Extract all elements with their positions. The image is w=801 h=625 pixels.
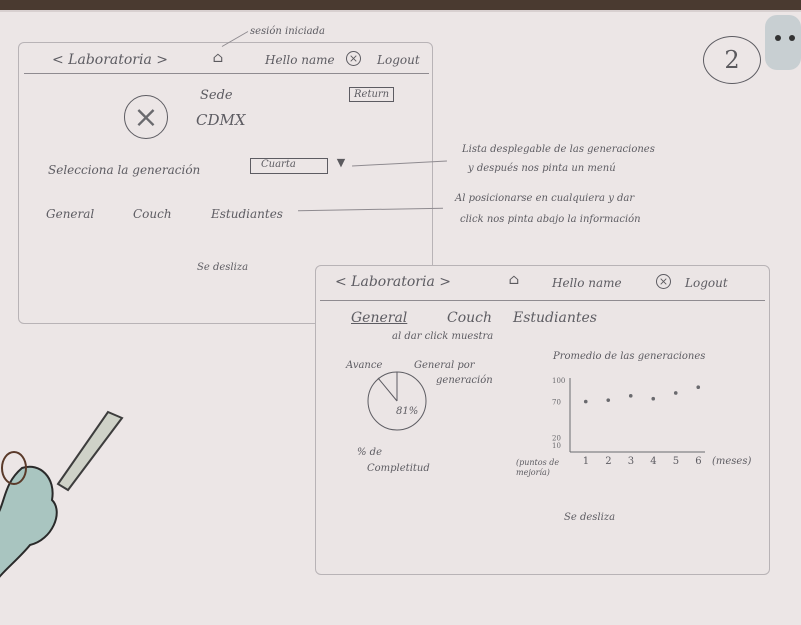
x-tick-3: 3 <box>628 456 634 467</box>
x-tick-1: 1 <box>583 456 589 467</box>
scatter-point-6 <box>696 385 701 390</box>
scatter-chart: 1 2 3 4 5 6 1020 70 100 <box>552 377 705 467</box>
x-tick-6: 6 <box>695 456 701 467</box>
y-tick-100: 100 <box>552 377 565 385</box>
x-tick-2: 2 <box>605 456 611 467</box>
scatter-point-1 <box>583 399 588 404</box>
x-tick-4: 4 <box>650 456 656 467</box>
screen2-scroll-hint: Se desliza <box>564 512 616 523</box>
scatter-point-4 <box>651 396 656 401</box>
chart-ylabel: (puntos de mejoría) <box>516 458 560 477</box>
y-tick-70: 70 <box>552 399 561 407</box>
chart-xlabel: (meses) <box>712 456 752 467</box>
y-tick-20: 20 <box>552 435 561 443</box>
scatter-point-3 <box>628 394 633 398</box>
y-tick-10: 10 <box>552 442 561 450</box>
x-tick-5: 5 <box>673 456 679 467</box>
scatter-point-5 <box>673 391 678 395</box>
scatter-point-2 <box>606 398 611 402</box>
